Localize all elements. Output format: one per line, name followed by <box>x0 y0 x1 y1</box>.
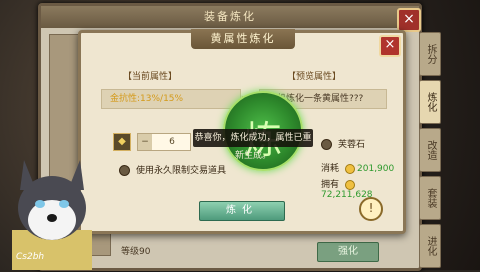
consume-cost: 消耗 201,900 <box>321 161 394 174</box>
consume-value: 201,900 <box>357 164 395 174</box>
side-tabs: 拆分 炼化 改造 套装 进化 <box>419 32 441 272</box>
level-stat: 等级90 <box>121 247 151 257</box>
own-label: 拥有 <box>321 180 340 190</box>
trade-restricted-option[interactable]: 使用永久限制交易道具 <box>119 163 226 176</box>
current-attr-header: 【当前属性】 <box>123 72 178 82</box>
window-close-button[interactable]: × <box>397 8 421 32</box>
radio-icon[interactable] <box>119 165 130 176</box>
radio-icon[interactable] <box>321 139 332 150</box>
refine-button[interactable]: 炼化 <box>199 201 285 221</box>
coin-icon <box>345 163 356 174</box>
dialog-title: 黄属性炼化 <box>191 29 295 49</box>
trade-option-label: 使用永久限制交易道具 <box>136 166 227 176</box>
husky-eye-right <box>59 200 69 208</box>
tab-evolve[interactable]: 进化 <box>419 224 441 268</box>
strengthen-button[interactable]: 强化 <box>317 242 379 262</box>
success-toast: 恭喜你，炼化成功，属性已重新生成。 <box>193 129 313 161</box>
minus-icon[interactable]: − <box>138 134 152 150</box>
tab-set[interactable]: 套装 <box>419 176 441 220</box>
tab-split[interactable]: 拆分 <box>419 32 441 76</box>
stone-option[interactable]: 芙蓉石 <box>321 137 365 150</box>
info-button[interactable]: ! <box>359 197 383 221</box>
yellow-attr-refine-dialog: 黄属性炼化 × 【当前属性】 【预览属性】 金抗性:13%/15% › 随机炼化… <box>78 29 406 234</box>
tab-modify[interactable]: 改造 <box>419 128 441 172</box>
material-item-icon[interactable]: ◆ <box>113 133 131 151</box>
dialog-close-button[interactable]: × <box>379 35 401 57</box>
owned-amount: 拥有72,211,628 <box>321 177 403 200</box>
quantity-value[interactable]: 6 <box>154 134 190 150</box>
stone-label: 芙蓉石 <box>338 140 366 150</box>
current-attr-value: 金抗性:13%/15% <box>101 89 241 109</box>
streamer-tag: Cs2bh <box>16 252 45 262</box>
husky-eye-left <box>35 200 45 208</box>
window-title: 装备炼化 <box>41 6 419 28</box>
husky-nose <box>47 214 57 222</box>
tab-refine[interactable]: 炼化 <box>419 80 441 124</box>
coin-icon <box>345 179 356 190</box>
bottom-bar: 等级90 强化 <box>101 242 399 262</box>
consume-label: 消耗 <box>321 164 340 174</box>
quantity-stepper[interactable]: − 6 <box>137 133 191 151</box>
preview-attr-header: 【预览属性】 <box>287 72 342 82</box>
